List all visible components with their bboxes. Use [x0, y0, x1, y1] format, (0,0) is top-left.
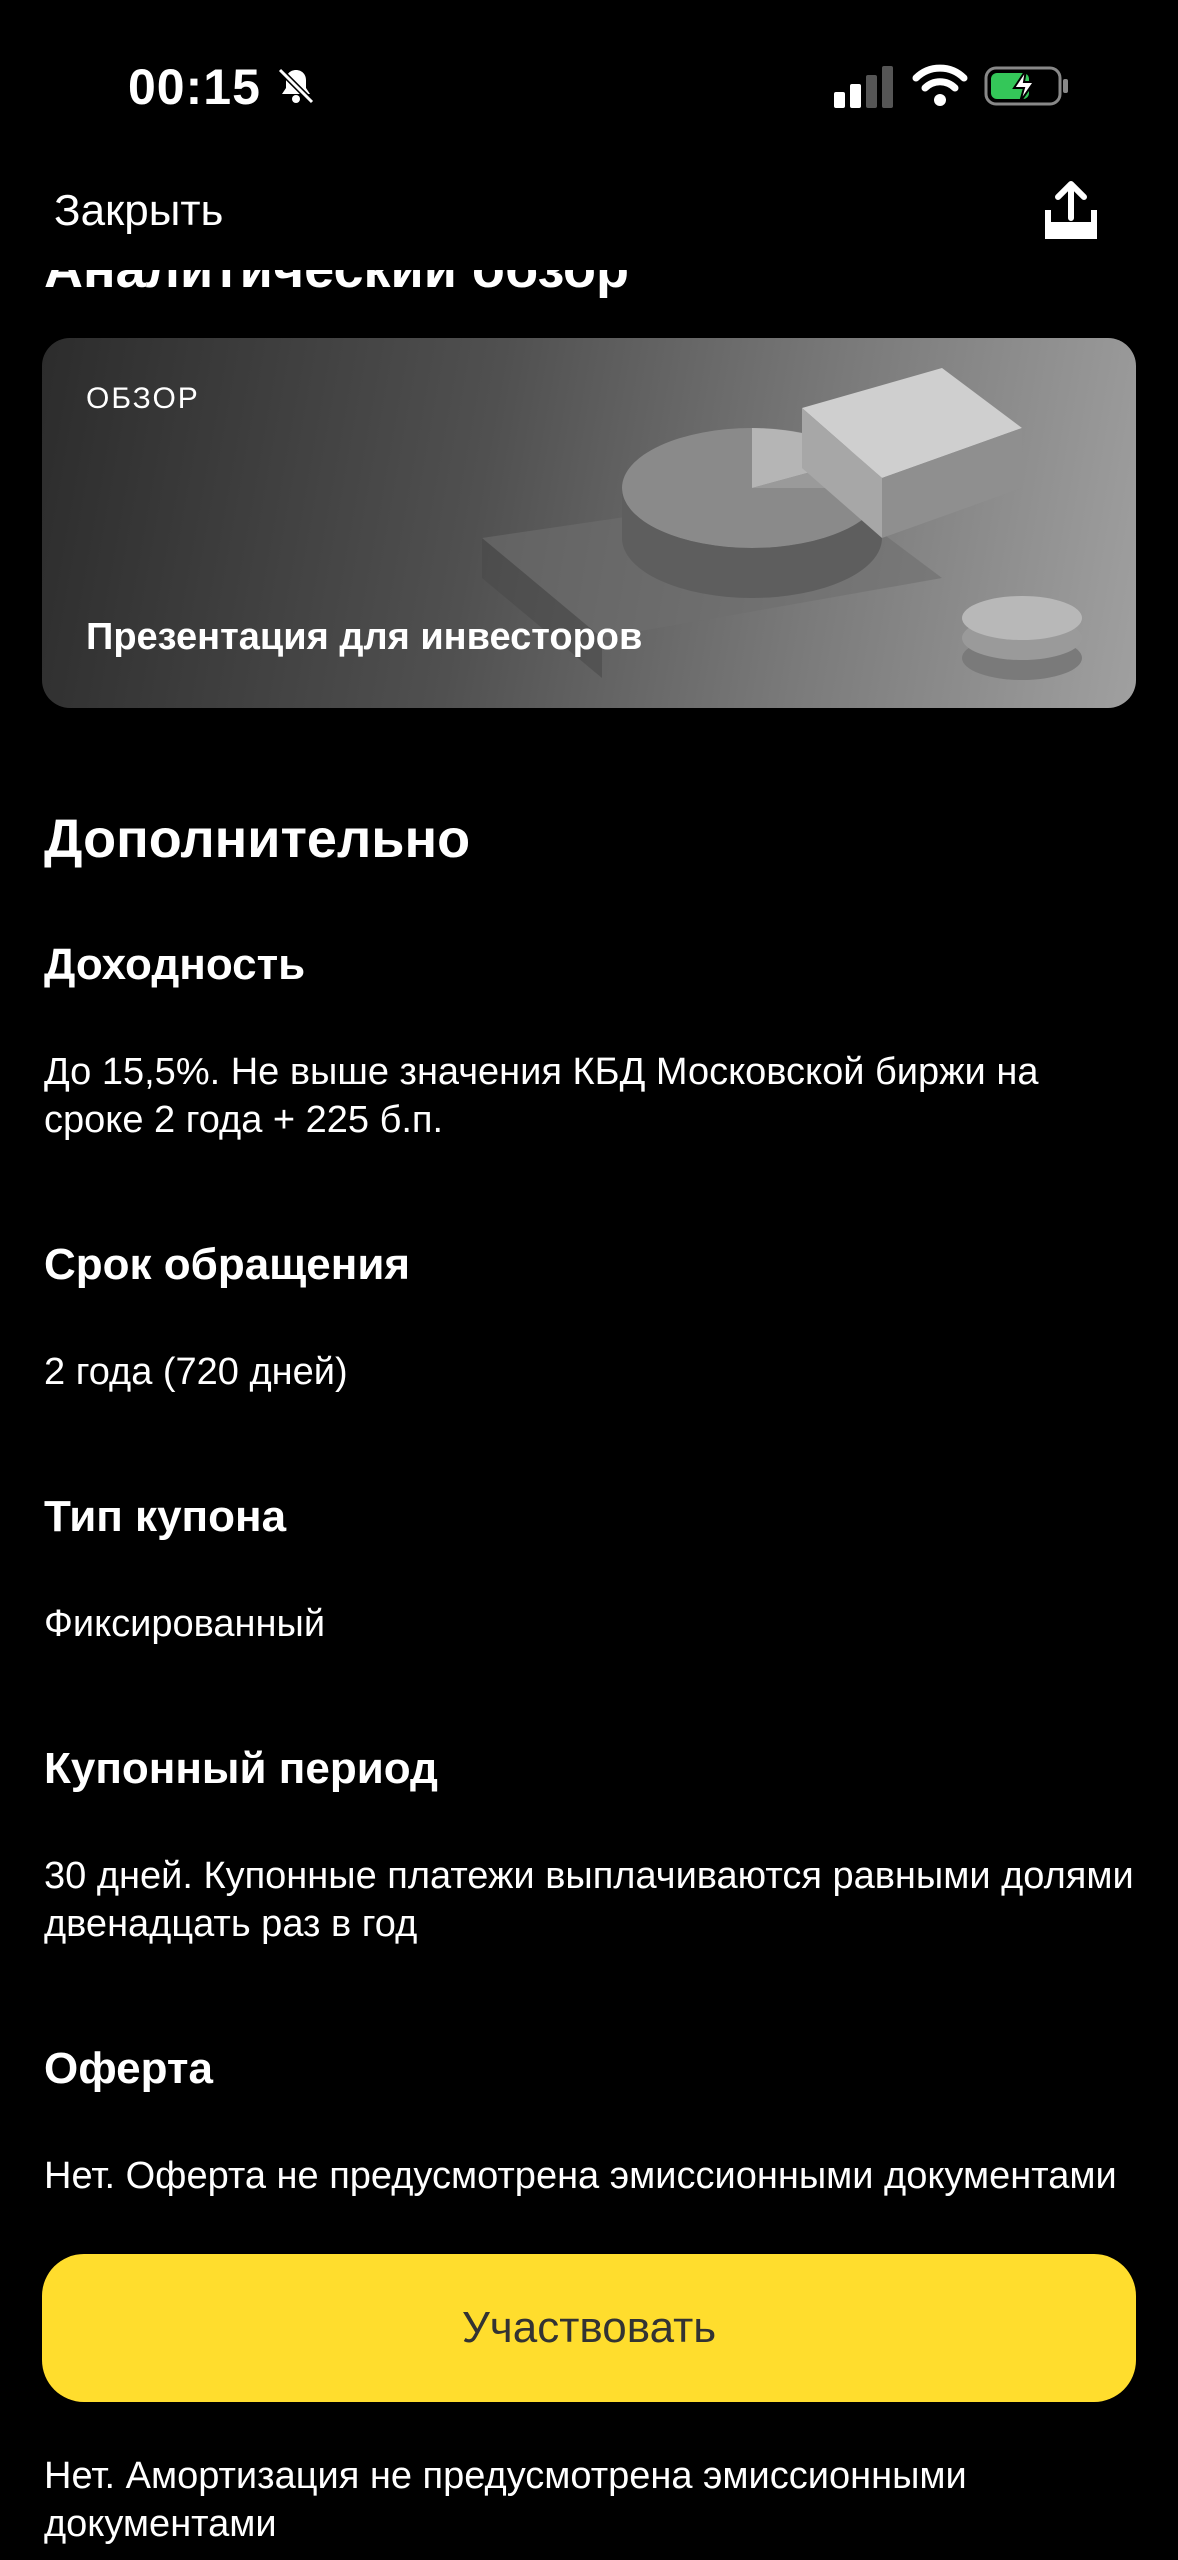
amortization-text: Нет. Амортизация не предусмотрена эмисси… [44, 2455, 967, 2545]
coupon-period-title: Купонный период [44, 1744, 438, 1793]
wifi-icon [912, 64, 968, 106]
card-tag: ОБЗОР [86, 382, 200, 415]
term-title: Срок обращения [44, 1240, 411, 1289]
participate-button[interactable]: Участвовать [42, 2254, 1136, 2402]
yield-text: До 15,5%. Не выше значения КБД Московско… [44, 1051, 1039, 1141]
investor-presentation-card[interactable]: ОБЗОР Презентация для инвесторов [42, 338, 1136, 708]
share-icon[interactable] [1042, 180, 1100, 242]
term-text: 2 года (720 дней) [44, 1351, 348, 1393]
status-bar: 00:15 [0, 0, 1178, 170]
battery-charging-icon [984, 66, 1068, 106]
coupon-period-text: 30 дней. Купонные платежи выплачиваются … [44, 1855, 1134, 1945]
coupon-type-text: Фиксированный [44, 1603, 326, 1645]
coupon-type-title: Тип купона [44, 1492, 287, 1541]
top-nav: Закрыть [0, 170, 1178, 270]
cellular-signal-icon [834, 66, 893, 108]
close-button[interactable]: Закрыть [54, 186, 223, 236]
bell-slash-icon [277, 67, 315, 105]
additional-heading: Дополнительно [44, 809, 471, 869]
status-time: 00:15 [128, 59, 261, 115]
card-title: Презентация для инвесторов [86, 616, 643, 658]
yield-title: Доходность [44, 940, 306, 989]
offer-title: Оферта [44, 2044, 213, 2093]
offer-text: Нет. Оферта не предусмотрена эмиссионным… [44, 2155, 1117, 2197]
